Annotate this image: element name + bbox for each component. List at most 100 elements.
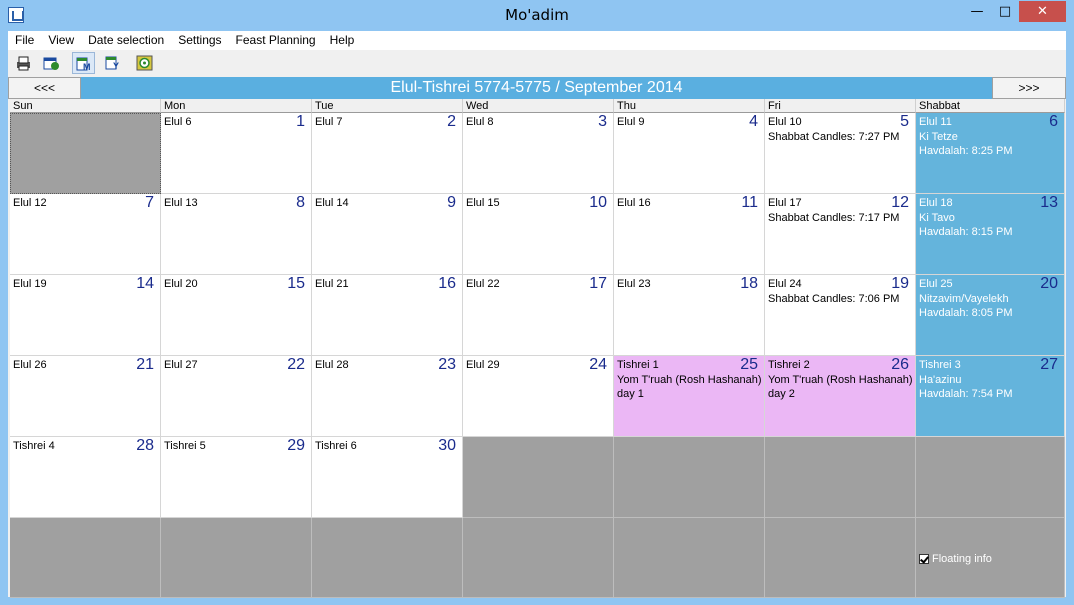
floating-info-label: Floating info: [932, 553, 992, 565]
day-cell-24[interactable]: Elul 29 24: [463, 356, 614, 437]
hebrew-date: Elul 16: [617, 197, 651, 209]
next-month-button[interactable]: >>>: [992, 77, 1066, 99]
menu-help[interactable]: Help: [323, 31, 362, 50]
day-cell-7[interactable]: Elul 12 7: [10, 194, 161, 275]
day-cell-16[interactable]: Elul 21 16: [312, 275, 463, 356]
day-cell-5[interactable]: Elul 10 5 Shabbat Candles: 7:27 PM: [765, 113, 916, 194]
hebrew-date: Elul 18: [919, 197, 953, 209]
hebrew-date: Elul 10: [768, 116, 802, 128]
empty-day-cell[interactable]: [614, 437, 765, 518]
day-cell-8[interactable]: Elul 13 8: [161, 194, 312, 275]
day-cell-17[interactable]: Elul 22 17: [463, 275, 614, 356]
today-button[interactable]: [133, 52, 156, 74]
day-cell-2[interactable]: Elul 7 2: [312, 113, 463, 194]
day-cell-27[interactable]: Tishrei 3 27 Ha'azinu Havdalah: 7:54 PM: [916, 356, 1065, 437]
hebrew-date: Elul 29: [466, 359, 500, 371]
print-button[interactable]: [12, 52, 35, 74]
gregorian-day-number: 23: [438, 356, 456, 373]
empty-day-cell[interactable]: [10, 518, 161, 598]
empty-day-cell[interactable]: [463, 518, 614, 598]
calendar-view-icon: [43, 57, 59, 70]
day-cell-9[interactable]: Elul 14 9: [312, 194, 463, 275]
month-view-button[interactable]: M: [72, 52, 95, 74]
calendar-view-button[interactable]: [40, 52, 63, 74]
day-cell-15[interactable]: Elul 20 15: [161, 275, 312, 356]
empty-day-cell[interactable]: [10, 113, 161, 194]
day-cell-3[interactable]: Elul 8 3: [463, 113, 614, 194]
gregorian-day-number: 6: [1049, 113, 1058, 130]
month-title: Elul-Tishrei 5774-5775 / September 2014: [390, 79, 683, 96]
day-cell-18[interactable]: Elul 23 18: [614, 275, 765, 356]
gregorian-day-number: 12: [891, 194, 909, 211]
weekday-header-sun: Sun: [10, 99, 161, 113]
floating-info-checkbox[interactable]: Floating info: [919, 553, 992, 565]
previous-month-button[interactable]: <<<: [8, 77, 81, 99]
day-cell-28[interactable]: Tishrei 4 28: [10, 437, 161, 518]
maximize-button[interactable]: □: [992, 1, 1018, 22]
hebrew-date: Elul 11: [919, 116, 952, 128]
close-button[interactable]: ✕: [1019, 1, 1066, 22]
empty-day-cell[interactable]: Floating info: [916, 518, 1065, 598]
hebrew-date: Elul 13: [164, 197, 198, 209]
day-cell-1[interactable]: Elul 6 1: [161, 113, 312, 194]
gregorian-day-number: 1: [296, 113, 305, 130]
menu-date-selection[interactable]: Date selection: [81, 31, 171, 50]
day-info-line: Havdalah: 8:25 PM: [919, 145, 1013, 157]
day-cell-25[interactable]: Tishrei 1 25 Yom T'ruah (Rosh Hashanah) day…: [614, 356, 765, 437]
day-info-line: Havdalah: 8:15 PM: [919, 226, 1013, 238]
day-info-line: Havdalah: 8:05 PM: [919, 307, 1013, 319]
day-cell-20[interactable]: Elul 25 20 Nitzavim/Vayelekh Havdalah: 8:05…: [916, 275, 1065, 356]
menu-feast-planning[interactable]: Feast Planning: [229, 31, 323, 50]
calendar-grid: Sun Mon Tue Wed Thu Fri Shabbat Elul 61E…: [10, 99, 1065, 598]
day-info-line: day 2: [768, 388, 795, 400]
minimize-button[interactable]: —: [962, 1, 992, 22]
weekday-header-mon: Mon: [161, 99, 312, 113]
day-cell-12[interactable]: Elul 17 12 Shabbat Candles: 7:17 PM: [765, 194, 916, 275]
gregorian-day-number: 9: [447, 194, 456, 211]
gregorian-day-number: 18: [740, 275, 758, 292]
day-cell-10[interactable]: Elul 15 10: [463, 194, 614, 275]
day-cell-11[interactable]: Elul 16 11: [614, 194, 765, 275]
day-cell-23[interactable]: Elul 28 23: [312, 356, 463, 437]
gregorian-day-number: 5: [900, 113, 909, 130]
gregorian-day-number: 16: [438, 275, 456, 292]
day-cell-21[interactable]: Elul 26 21: [10, 356, 161, 437]
title-bar[interactable]: Mo'adim — □ ✕: [0, 0, 1074, 31]
empty-day-cell[interactable]: [765, 437, 916, 518]
hebrew-date: Elul 8: [466, 116, 494, 128]
day-info-line: Nitzavim/Vayelekh: [919, 293, 1009, 305]
day-cell-6[interactable]: Elul 11 6 Ki Tetze Havdalah: 8:25 PM: [916, 113, 1065, 194]
day-info-line: Shabbat Candles: 7:17 PM: [768, 212, 900, 224]
hebrew-date: Tishrei 4: [13, 440, 55, 452]
menu-bar: File View Date selection Settings Feast …: [8, 31, 1066, 50]
day-cell-22[interactable]: Elul 27 22: [161, 356, 312, 437]
day-cell-29[interactable]: Tishrei 5 29: [161, 437, 312, 518]
empty-day-cell[interactable]: [916, 437, 1065, 518]
svg-text:M: M: [83, 62, 91, 72]
toolbar: M Y: [8, 50, 1066, 77]
gregorian-day-number: 8: [296, 194, 305, 211]
day-cell-4[interactable]: Elul 9 4: [614, 113, 765, 194]
day-cell-19[interactable]: Elul 24 19 Shabbat Candles: 7:06 PM: [765, 275, 916, 356]
empty-day-cell[interactable]: [463, 437, 614, 518]
gregorian-day-number: 29: [287, 437, 305, 454]
print-icon: [17, 56, 30, 71]
menu-file[interactable]: File: [8, 31, 41, 50]
checkbox-checked-icon[interactable]: [919, 554, 929, 564]
empty-day-cell[interactable]: [312, 518, 463, 598]
empty-day-cell[interactable]: [765, 518, 916, 598]
empty-day-cell[interactable]: [161, 518, 312, 598]
month-view-icon: M: [76, 57, 91, 72]
day-cell-26[interactable]: Tishrei 2 26 Yom T'ruah (Rosh Hashanah) day…: [765, 356, 916, 437]
day-info-line: Yom T'ruah (Rosh Hashanah): [768, 374, 913, 386]
menu-settings[interactable]: Settings: [171, 31, 228, 50]
day-cell-30[interactable]: Tishrei 6 30: [312, 437, 463, 518]
year-view-button[interactable]: Y: [102, 52, 125, 74]
hebrew-date: Elul 27: [164, 359, 198, 371]
day-cell-13[interactable]: Elul 18 13 Ki Tavo Havdalah: 8:15 PM: [916, 194, 1065, 275]
day-cell-14[interactable]: Elul 19 14: [10, 275, 161, 356]
day-info-line: Yom T'ruah (Rosh Hashanah): [617, 374, 762, 386]
empty-day-cell[interactable]: [614, 518, 765, 598]
hebrew-date: Elul 25: [919, 278, 953, 290]
menu-view[interactable]: View: [41, 31, 81, 50]
